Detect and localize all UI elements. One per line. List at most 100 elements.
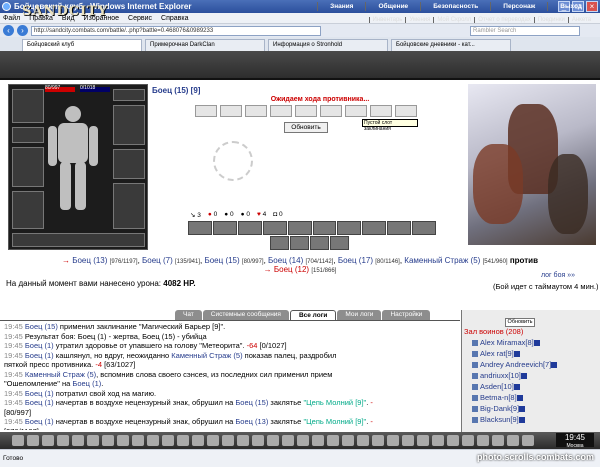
player-link[interactable]: Боец (15): [25, 322, 58, 331]
team-member[interactable]: Боец (14): [268, 256, 303, 265]
player-link[interactable]: Боец (1): [72, 379, 101, 388]
gloves-slot[interactable]: [113, 105, 145, 145]
toolbar-icon[interactable]: [342, 435, 354, 446]
menu-skills[interactable]: Умения: [405, 17, 433, 23]
player-list-item[interactable]: Alex Miramax[8]: [472, 338, 540, 347]
tab-darkclan[interactable]: Примерочная DarkClan: [145, 39, 265, 51]
spell-slot[interactable]: [245, 105, 267, 117]
toolbar-icon[interactable]: [207, 435, 219, 446]
menu-file[interactable]: Файл: [3, 13, 20, 23]
armor-slot[interactable]: [12, 191, 44, 229]
shield-slot[interactable]: [113, 149, 145, 179]
spell-icon[interactable]: [337, 221, 362, 235]
spell-icon[interactable]: [262, 221, 287, 235]
spell-icon[interactable]: [212, 221, 237, 235]
tab-chat[interactable]: Чат: [175, 310, 202, 320]
amulet-slot[interactable]: [12, 127, 44, 143]
toolbar-icon[interactable]: [117, 435, 129, 446]
toolbar-icon[interactable]: [177, 435, 189, 446]
menu-inventory[interactable]: Инвентарь: [368, 17, 406, 23]
toolbar-icon[interactable]: [312, 435, 324, 446]
spell-icon[interactable]: [362, 221, 387, 235]
player-list-item[interactable]: Asden[10]: [472, 382, 520, 391]
player-link[interactable]: Боец (1): [25, 398, 54, 407]
toolbar-icon[interactable]: [327, 435, 339, 446]
tab-settings[interactable]: Настройки: [382, 310, 431, 320]
spell-icon[interactable]: [237, 221, 262, 235]
spell-slot[interactable]: [320, 105, 342, 117]
spell-slot[interactable]: [370, 105, 392, 117]
toolbar-icon[interactable]: [432, 435, 444, 446]
menu-knowledge[interactable]: Знания: [317, 2, 365, 11]
spell-icon[interactable]: [330, 236, 349, 250]
spell-icon[interactable]: [290, 236, 309, 250]
toolbar-icon[interactable]: [237, 435, 249, 446]
refresh-list-button[interactable]: Обновить: [505, 318, 535, 327]
player-link[interactable]: Боец (1): [25, 389, 54, 398]
toolbar-icon[interactable]: [162, 435, 174, 446]
player-list-item[interactable]: Andrey Andreevich[7]: [472, 360, 558, 369]
team-member[interactable]: Боец (7): [142, 256, 173, 265]
tab-fight-club[interactable]: Бойцовский клуб: [22, 39, 142, 51]
team-member[interactable]: Боец (15): [204, 256, 239, 265]
player-link[interactable]: Боец (1): [25, 417, 54, 426]
toolbar-icon[interactable]: [477, 435, 489, 446]
toolbar-icon[interactable]: [462, 435, 474, 446]
tab-all-logs[interactable]: Все логи: [289, 310, 337, 320]
back-icon[interactable]: ‹: [3, 25, 14, 36]
tab-stronhold[interactable]: Информация о Stronhold: [268, 39, 388, 51]
spell-icon[interactable]: [270, 236, 289, 250]
toolbar-icon[interactable]: [222, 435, 234, 446]
menu-scroll[interactable]: Мой Скролл: [433, 17, 474, 23]
tab-my-logs[interactable]: Мои логи: [337, 310, 382, 320]
helmet-slot[interactable]: [12, 89, 44, 123]
update-button[interactable]: Обновить: [284, 122, 328, 133]
menu-transfers[interactable]: Отчет о переводах: [474, 17, 534, 23]
toolbar-icon[interactable]: [297, 435, 309, 446]
player-list-item[interactable]: Big-Dank[9]: [472, 404, 526, 413]
toolbar-icon[interactable]: [417, 435, 429, 446]
toolbar-icon[interactable]: [87, 435, 99, 446]
menu-character[interactable]: Персонаж: [490, 2, 547, 11]
toolbar-icon[interactable]: [492, 435, 504, 446]
player-link[interactable]: Боец (1): [25, 341, 54, 350]
opponent[interactable]: Боец (12): [274, 265, 309, 274]
player-link[interactable]: Каменный Страж (5): [171, 351, 242, 360]
spell-icon[interactable]: [188, 221, 212, 235]
toolbar-icon[interactable]: [267, 435, 279, 446]
menu-social[interactable]: Общение: [365, 2, 420, 11]
toolbar-icon[interactable]: [27, 435, 39, 446]
spell-icon[interactable]: [287, 221, 312, 235]
toolbar-icon[interactable]: [57, 435, 69, 446]
toolbar-icon[interactable]: [447, 435, 459, 446]
toolbar-icon[interactable]: [42, 435, 54, 446]
toolbar-icon[interactable]: [102, 435, 114, 446]
spell-slot[interactable]: [345, 105, 367, 117]
toolbar-icon[interactable]: [147, 435, 159, 446]
enemy-name[interactable]: Боец (15) [9]: [152, 86, 200, 95]
toolbar-icon[interactable]: [387, 435, 399, 446]
tab-system[interactable]: Системные сообщения: [202, 310, 289, 320]
player-link[interactable]: Боец (13): [235, 417, 268, 426]
player-link[interactable]: Боец (15): [235, 398, 268, 407]
toolbar-icon[interactable]: [402, 435, 414, 446]
toolbar-icon[interactable]: [282, 435, 294, 446]
spell-icon[interactable]: [387, 221, 412, 235]
menu-tools[interactable]: Сервис: [128, 13, 152, 23]
player-list-item[interactable]: andriuxx[10]: [472, 371, 527, 380]
belt-slots[interactable]: [12, 233, 145, 247]
toolbar-icon[interactable]: [192, 435, 204, 446]
spell-icon[interactable]: [412, 221, 437, 235]
spell-icon[interactable]: [310, 236, 329, 250]
player-list-item[interactable]: Betma-n[8]: [472, 393, 523, 402]
toolbar-icon[interactable]: [522, 435, 534, 446]
menu-security[interactable]: Безопасность: [420, 2, 490, 11]
toolbar-icon[interactable]: [252, 435, 264, 446]
team-member[interactable]: Боец (17): [338, 256, 373, 265]
tab-diaries[interactable]: Бойцовские дневники - кат...: [391, 39, 511, 51]
team-member[interactable]: Каменный Страж (5): [404, 256, 480, 265]
toolbar-icon[interactable]: [12, 435, 24, 446]
player-link[interactable]: Каменный Страж (5): [25, 370, 96, 379]
spell-slot[interactable]: [195, 105, 217, 117]
menu-exit[interactable]: Выход: [547, 2, 594, 11]
